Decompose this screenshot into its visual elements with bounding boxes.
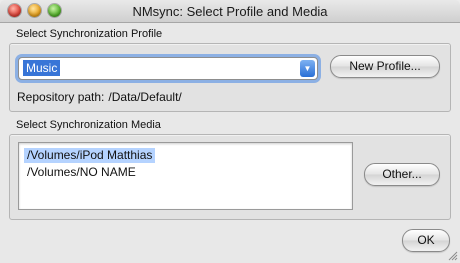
profile-popup-value: Music bbox=[23, 60, 61, 76]
resize-grip-icon[interactable] bbox=[446, 249, 458, 261]
repository-path-value: /Data/Default/ bbox=[108, 90, 182, 104]
media-list[interactable]: /Volumes/iPod Matthias /Volumes/NO NAME bbox=[18, 142, 353, 210]
other-button[interactable]: Other... bbox=[364, 163, 440, 186]
media-group-label: Select Synchronization Media bbox=[16, 119, 161, 131]
chevron-down-icon[interactable]: ▼ bbox=[300, 60, 315, 77]
dialog-window: NMsync: Select Profile and Media Select … bbox=[0, 0, 460, 263]
media-list-item-ipod[interactable]: /Volumes/iPod Matthias bbox=[24, 148, 156, 163]
media-list-item-no-name[interactable]: /Volumes/NO NAME bbox=[27, 165, 136, 180]
window-title: NMsync: Select Profile and Media bbox=[132, 4, 328, 19]
repository-path-label: Repository path: bbox=[17, 90, 105, 104]
title-bar[interactable]: NMsync: Select Profile and Media bbox=[0, 0, 460, 23]
profile-popup[interactable]: Music ▼ bbox=[18, 57, 318, 80]
repository-path: Repository path:/Data/Default/ bbox=[17, 90, 182, 104]
profile-group-label: Select Synchronization Profile bbox=[16, 28, 163, 40]
new-profile-button[interactable]: New Profile... bbox=[330, 55, 440, 78]
ok-button[interactable]: OK bbox=[402, 229, 450, 252]
